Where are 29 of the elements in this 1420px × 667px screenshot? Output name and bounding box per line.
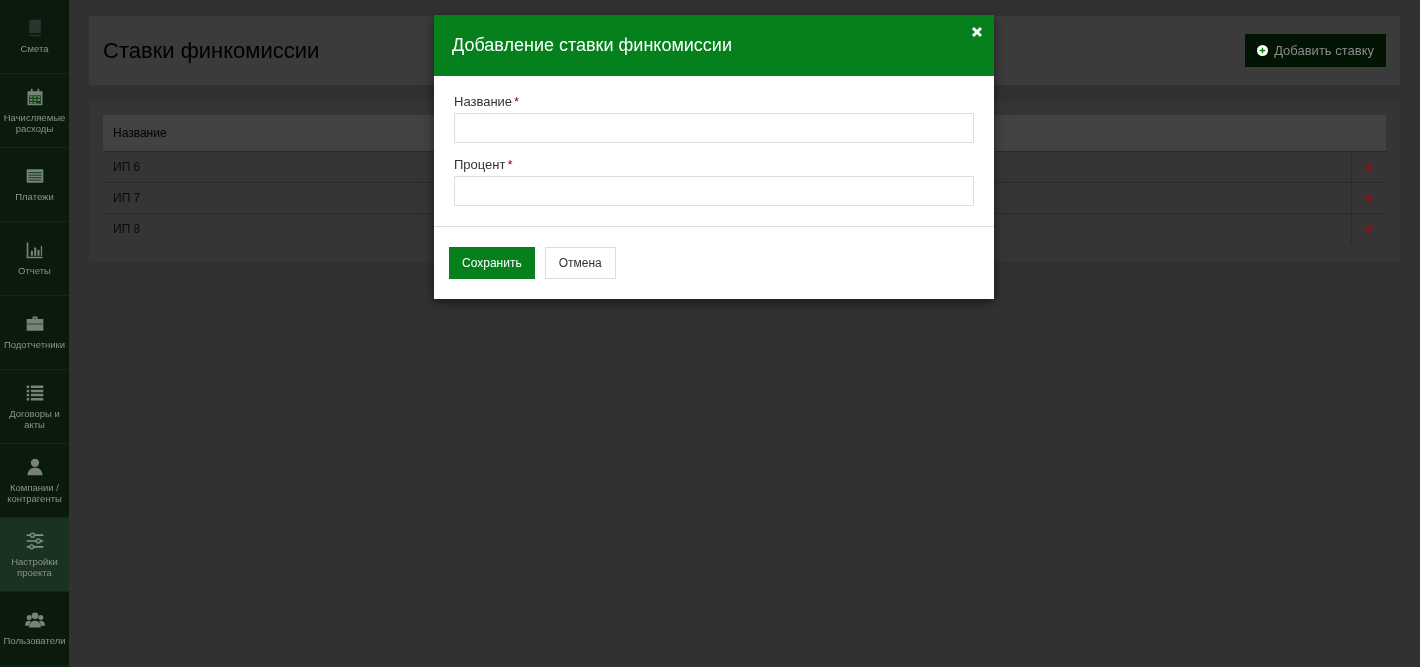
sidebar-item[interactable]: Настройки проекта — [0, 518, 69, 592]
sidebar-item-label: Отчеты — [17, 266, 52, 277]
add-rate-button[interactable]: Добавить ставку — [1245, 34, 1386, 67]
field-label: Название — [454, 94, 513, 109]
input-field[interactable] — [454, 113, 974, 143]
sidebar-item-label: Компании / контрагенты — [6, 482, 63, 505]
sidebar-item-label: Начисляемые расходы — [2, 112, 67, 135]
required-mark: * — [507, 157, 513, 172]
close-icon[interactable] — [971, 26, 983, 38]
sidebar-item-label: Настройки проекта — [10, 556, 59, 579]
page-title: Ставки финкомиссии — [103, 37, 320, 64]
delete-icon[interactable] — [1364, 193, 1374, 203]
delete-icon[interactable] — [1364, 224, 1374, 234]
users-icon — [24, 610, 45, 631]
cancel-button[interactable]: Отмена — [544, 247, 616, 279]
save-button[interactable]: Сохранить — [449, 247, 535, 279]
field-label: Процент — [454, 157, 506, 172]
bar-chart-icon — [24, 240, 45, 261]
sidebar-item-label: Подотчетники — [2, 340, 67, 351]
plus-circle-icon — [1257, 45, 1269, 56]
sidebar-item-label: Смета — [19, 44, 50, 55]
sidebar-item-label: Договоры и акты — [8, 408, 61, 431]
sidebar-item-label: Платежи — [14, 192, 55, 203]
delete-icon[interactable] — [1364, 162, 1374, 172]
input-field[interactable] — [454, 176, 974, 206]
sidebar-item-label: Пользователи — [2, 636, 67, 647]
required-mark: * — [514, 94, 520, 109]
sliders-icon — [24, 530, 45, 551]
modal-title: Добавление ставки финкомиссии — [452, 35, 733, 56]
